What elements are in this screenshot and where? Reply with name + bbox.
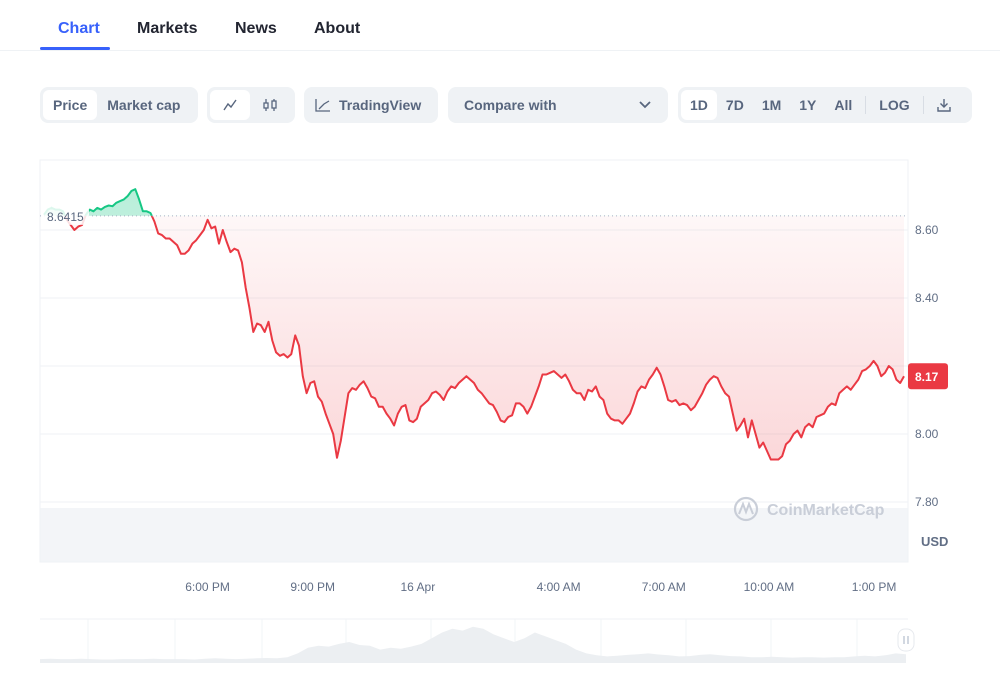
tradingview-button[interactable]: TradingView bbox=[304, 87, 438, 123]
chart-toolbar: Price Market cap TradingView Compare wit… bbox=[0, 87, 1000, 123]
chart-type-toggle bbox=[207, 87, 295, 123]
navigator-series bbox=[40, 626, 906, 663]
tab-bar: Chart Markets News About bbox=[0, 0, 1000, 51]
price-button[interactable]: Price bbox=[43, 90, 98, 120]
metric-toggle: Price Market cap bbox=[40, 87, 198, 123]
range-1m-button[interactable]: 1M bbox=[753, 90, 790, 120]
range-7d-button[interactable]: 7D bbox=[717, 90, 753, 120]
tradingview-label: TradingView bbox=[339, 97, 422, 113]
y-tick-label: 7.80 bbox=[915, 495, 939, 509]
currency-label: USD bbox=[921, 534, 948, 549]
compare-with-label: Compare with bbox=[464, 97, 557, 113]
reference-price-label: 8.6415 bbox=[47, 210, 84, 224]
download-button[interactable] bbox=[928, 90, 960, 120]
tab-about[interactable]: About bbox=[314, 20, 360, 38]
x-tick-label: 16 Apr bbox=[401, 580, 436, 594]
divider bbox=[922, 96, 924, 114]
line-chart-button[interactable] bbox=[210, 90, 250, 120]
current-price-label: 8.17 bbox=[915, 370, 939, 384]
navigator-handle[interactable] bbox=[897, 628, 915, 652]
tradingview-icon bbox=[315, 99, 330, 112]
range-toggle: 1D 7D 1M 1Y All LOG bbox=[678, 87, 972, 123]
x-tick-label: 9:00 PM bbox=[290, 580, 335, 594]
line-chart-icon bbox=[223, 99, 237, 111]
range-1y-button[interactable]: 1Y bbox=[790, 90, 825, 120]
x-tick-label: 7:00 AM bbox=[642, 580, 686, 594]
price-area-down bbox=[44, 215, 904, 460]
range-all-button[interactable]: All bbox=[825, 90, 861, 120]
tradingview-inner: TradingView bbox=[307, 90, 429, 120]
tab-news[interactable]: News bbox=[235, 20, 277, 38]
x-tick-label: 10:00 AM bbox=[744, 580, 795, 594]
compare-with-dropdown[interactable]: Compare with bbox=[448, 87, 668, 123]
y-tick-label: 8.00 bbox=[915, 427, 939, 441]
market-cap-button[interactable]: Market cap bbox=[97, 90, 190, 120]
x-tick-label: 1:00 PM bbox=[852, 580, 897, 594]
candlestick-button[interactable] bbox=[250, 90, 290, 120]
chevron-down-icon bbox=[639, 101, 651, 109]
y-tick-label: 8.40 bbox=[915, 291, 939, 305]
active-tab-indicator bbox=[40, 47, 110, 50]
candlestick-icon bbox=[263, 99, 277, 111]
range-1d-button[interactable]: 1D bbox=[681, 90, 717, 120]
download-icon bbox=[936, 99, 951, 112]
tab-chart[interactable]: Chart bbox=[58, 20, 100, 38]
tab-markets[interactable]: Markets bbox=[137, 20, 197, 38]
x-tick-label: 4:00 AM bbox=[537, 580, 581, 594]
y-tick-label: 8.60 bbox=[915, 223, 939, 237]
x-tick-label: 6:00 PM bbox=[185, 580, 230, 594]
log-scale-button[interactable]: LOG bbox=[870, 90, 918, 120]
watermark-text: CoinMarketCap bbox=[767, 502, 885, 519]
price-chart[interactable]: 8.6415 7.80 8.00 8.40 8.60 USD 6:00 PM 9:00 P… bbox=[0, 140, 1000, 687]
chart-svg: 8.6415 7.80 8.00 8.40 8.60 USD 6:00 PM 9:00 P… bbox=[39, 159, 948, 663]
divider bbox=[865, 96, 867, 114]
